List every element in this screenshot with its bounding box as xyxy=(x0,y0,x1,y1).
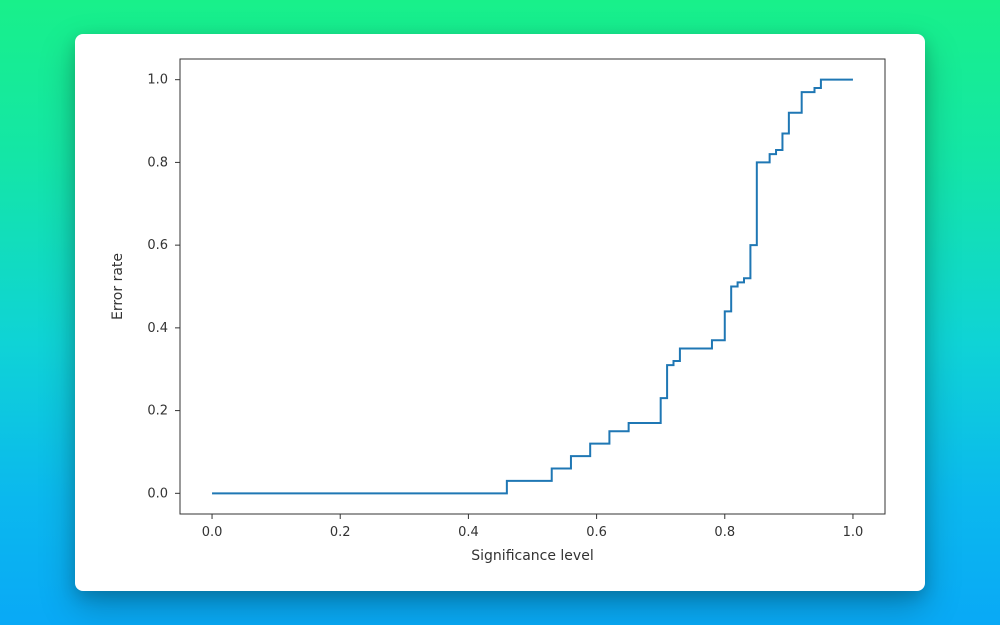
y-tick-label: 1.0 xyxy=(147,73,168,88)
y-tick-label: 0.4 xyxy=(147,321,168,336)
error-rate-line xyxy=(212,80,853,494)
plot-area-border xyxy=(180,59,885,514)
y-tick-label: 0.6 xyxy=(147,238,168,253)
x-tick-label: 0.8 xyxy=(714,525,735,540)
x-tick-label: 0.2 xyxy=(330,525,351,540)
x-axis-label: Significance level xyxy=(471,548,593,564)
y-tick-label: 0.0 xyxy=(147,486,168,501)
gradient-background: 0.0 0.2 0.4 0.6 0.8 1.0 0.0 0.2 0.4 0.6 0.8 1.0 Sign… xyxy=(0,0,1000,625)
x-tick-label: 0.6 xyxy=(586,525,607,540)
x-tick-label: 1.0 xyxy=(843,525,864,540)
x-tick-label: 0.4 xyxy=(458,525,479,540)
x-tick-label: 0.0 xyxy=(202,525,223,540)
chart-card: 0.0 0.2 0.4 0.6 0.8 1.0 0.0 0.2 0.4 0.6 0.8 1.0 Sign… xyxy=(75,34,925,591)
y-tick-label: 0.8 xyxy=(147,155,168,170)
line-chart: 0.0 0.2 0.4 0.6 0.8 1.0 0.0 0.2 0.4 0.6 0.8 1.0 Sign… xyxy=(75,34,925,591)
y-tick-label: 0.2 xyxy=(147,404,168,419)
y-axis-label: Error rate xyxy=(110,253,126,320)
